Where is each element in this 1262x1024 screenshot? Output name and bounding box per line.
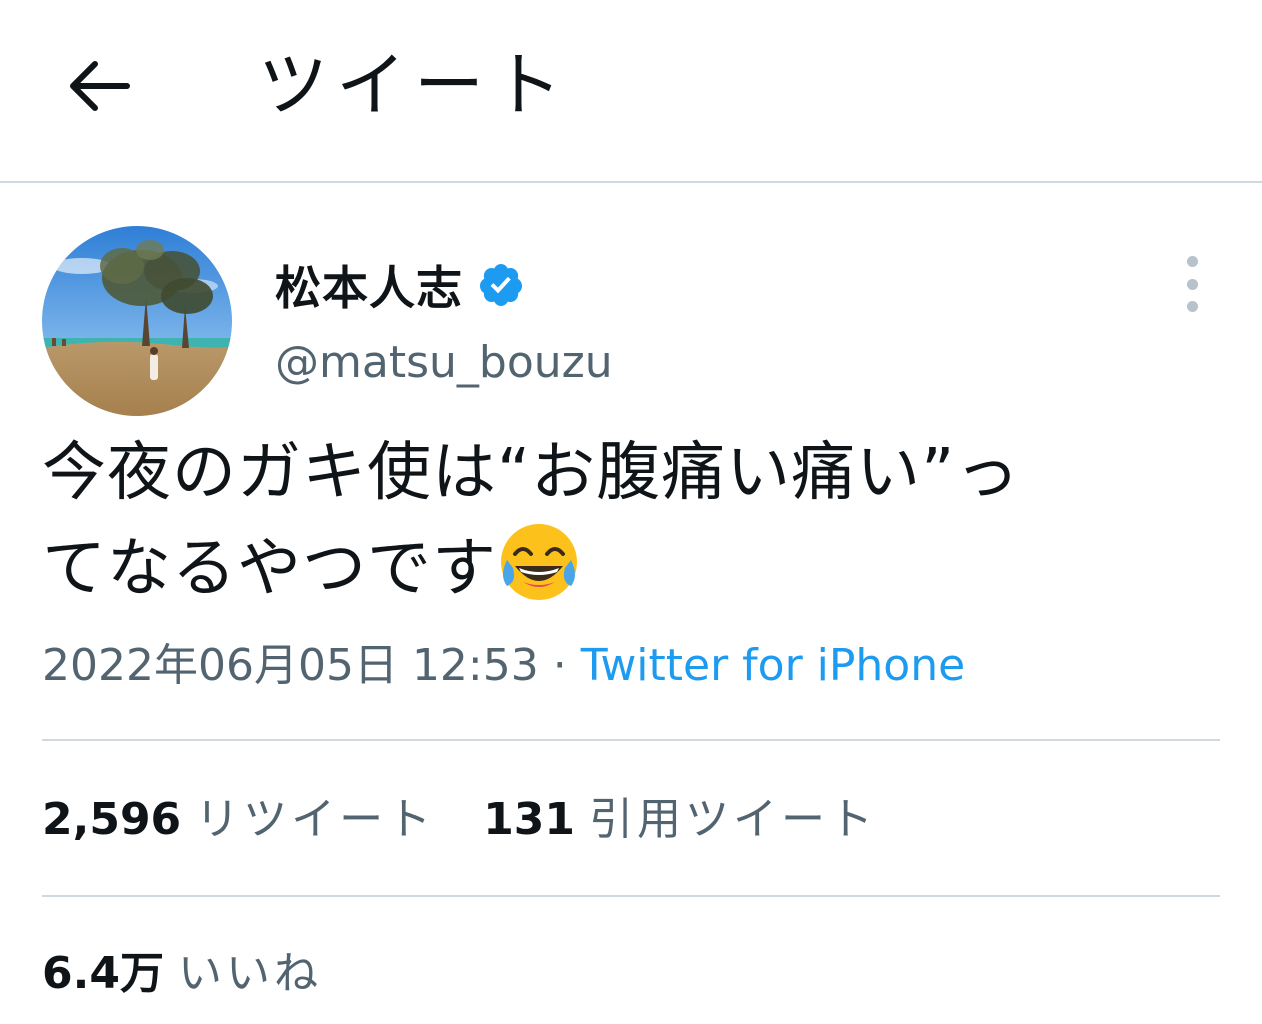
arrow-left-icon [70, 61, 130, 111]
more-dot-icon [1186, 278, 1198, 290]
avatar-image [42, 226, 232, 416]
more-dot-icon [1186, 256, 1198, 267]
likes-label: いいね [177, 948, 322, 999]
tweet-text: 今夜のガキ使は“お腹痛い痛い”っ てなるやつです [42, 426, 1222, 616]
tears-of-joy-emoji-icon [497, 520, 581, 604]
tweet-text-line: 今夜のガキ使は“お腹痛い痛い”っ [42, 436, 1021, 510]
meta-separator: · [538, 640, 581, 691]
verified-badge-icon [477, 261, 525, 309]
tweet-meta: 2022年06月05日 12:53 · Twitter for iPhone [42, 634, 965, 698]
retweets-stat[interactable]: 2,596 リツイート [42, 788, 435, 852]
quote-tweets-count: 131 [483, 794, 576, 845]
page-title: ツイート [258, 44, 570, 126]
back-button[interactable] [60, 48, 136, 124]
divider [42, 895, 1220, 897]
likes-count: 6.4万 [42, 948, 164, 999]
more-dot-icon [1186, 301, 1198, 312]
quote-tweets-stat[interactable]: 131 引用ツイート [483, 788, 877, 852]
divider [42, 739, 1220, 741]
tweet-text-line-2: てなるやつです [42, 520, 1222, 616]
header-bar: ツイート [0, 0, 1262, 183]
more-options-button[interactable] [1166, 256, 1218, 312]
quote-tweets-label: 引用ツイート [589, 794, 878, 845]
avatar[interactable] [42, 226, 232, 416]
retweets-label: リツイート [195, 794, 436, 845]
author-name-row[interactable]: 松本人志 [275, 250, 525, 320]
author-handle[interactable]: @matsu_bouzu [275, 335, 613, 391]
likes-stat[interactable]: 6.4万 いいね [42, 942, 322, 1006]
tweet-text-line: てなるやつです [42, 532, 497, 606]
likes-row: 6.4万 いいね [42, 942, 370, 1006]
timestamp[interactable]: 2022年06月05日 12:53 [42, 640, 539, 691]
header-divider [0, 181, 1262, 183]
retweets-count: 2,596 [42, 794, 182, 845]
source-link[interactable]: Twitter for iPhone [581, 640, 965, 691]
stats-row: 2,596 リツイート 131 引用ツイート [42, 788, 925, 852]
display-name[interactable]: 松本人志 [275, 252, 463, 318]
tweet-detail-page: ツイート 松本人志 @matsu_bouzu 今夜のガキ使は“お腹痛い痛い”っ … [0, 0, 1262, 1024]
